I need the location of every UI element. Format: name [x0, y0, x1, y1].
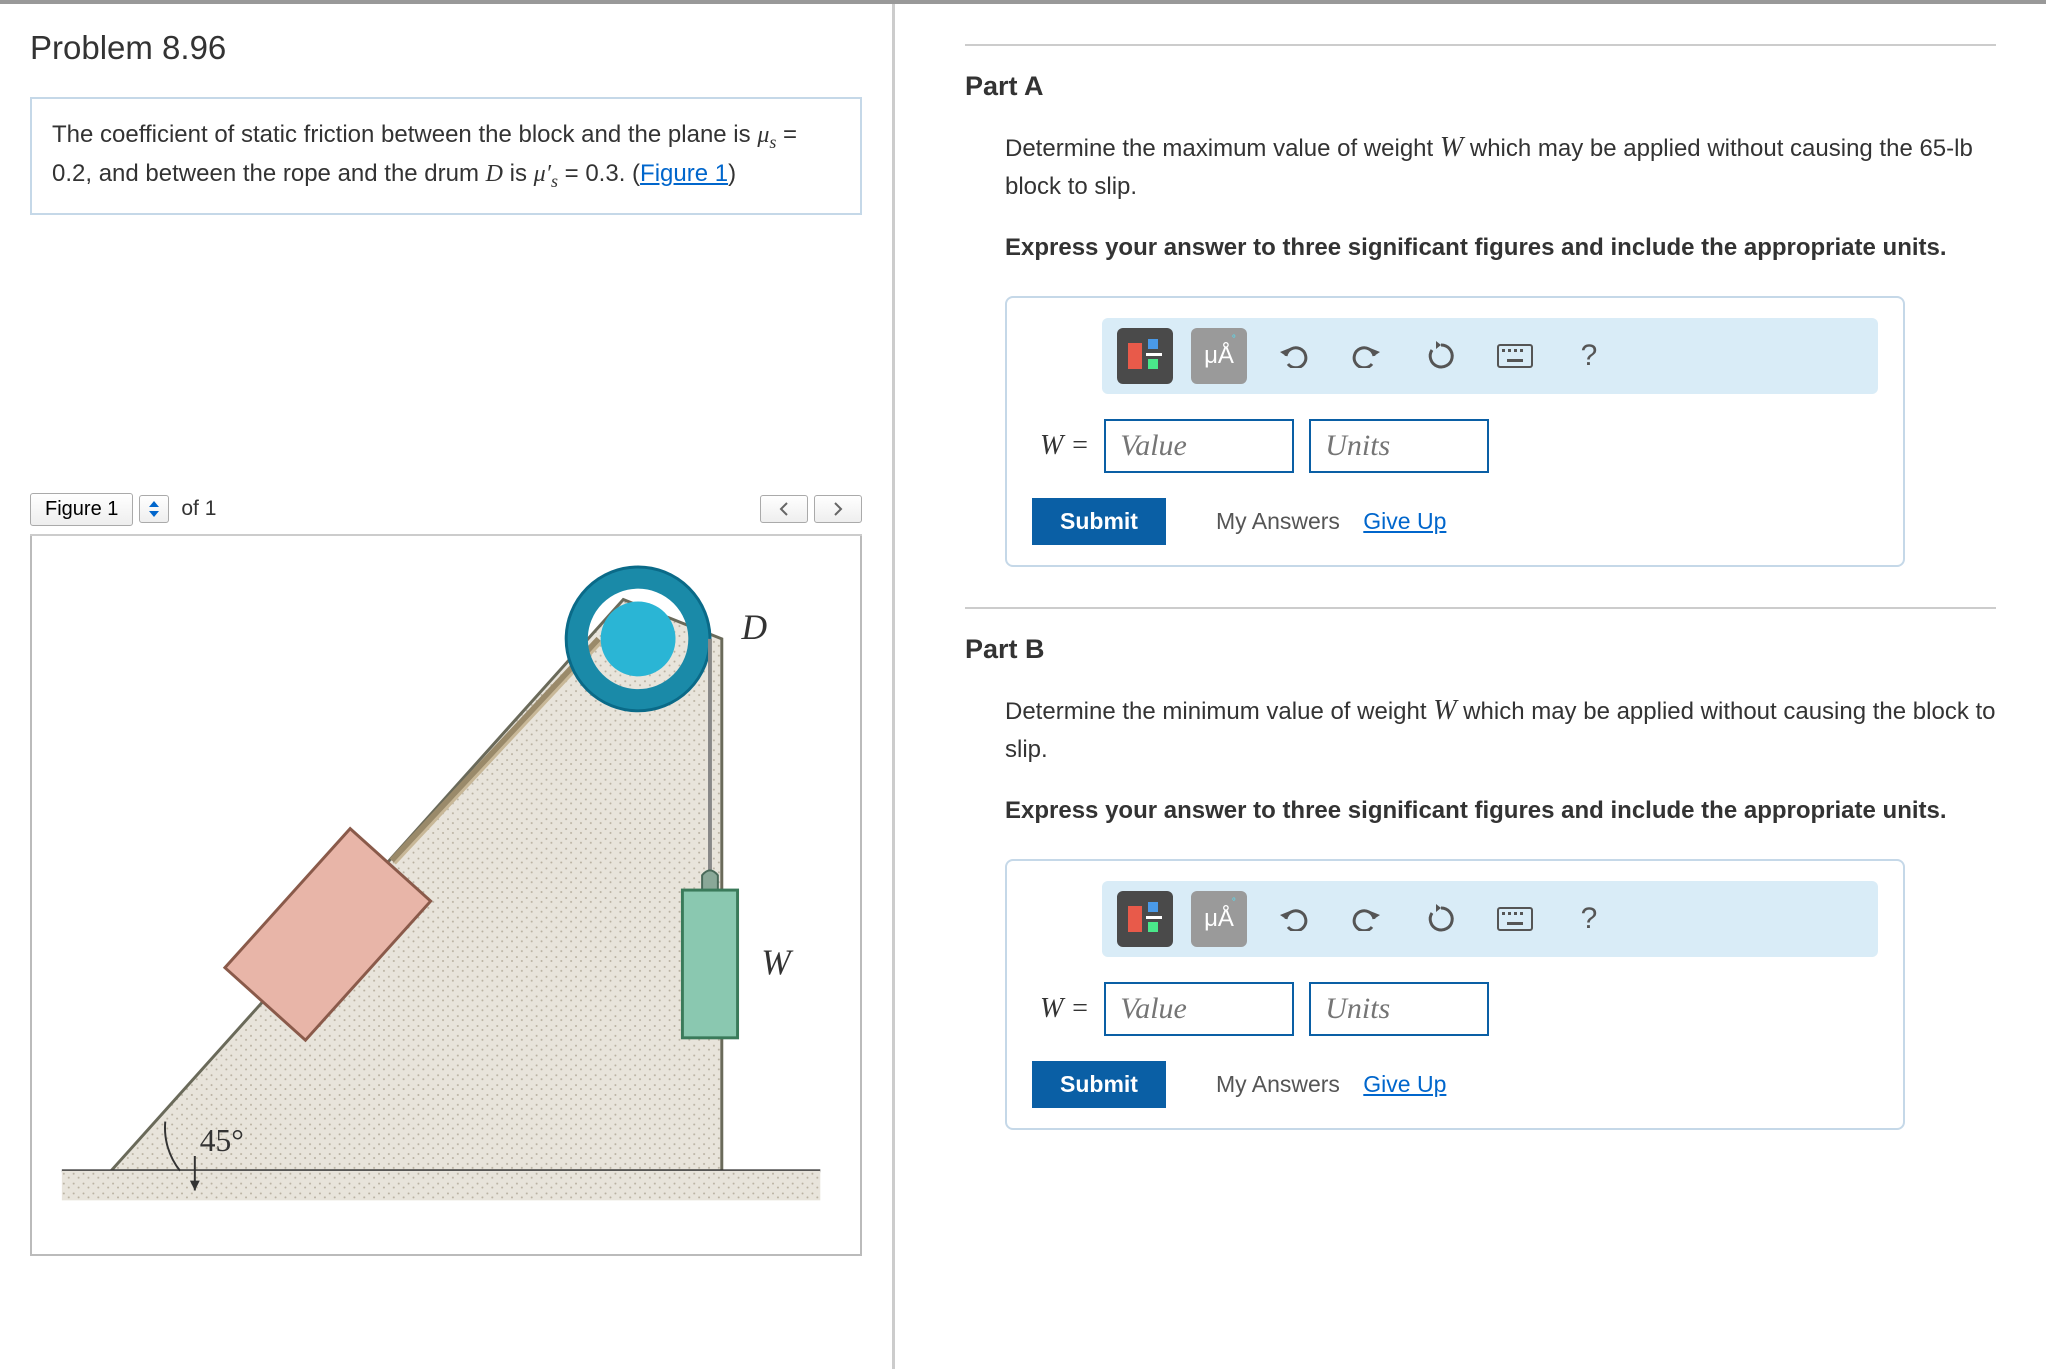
part-a-my-answers: My Answers: [1216, 508, 1340, 534]
part-b-answer-box: μÅ ° ?: [1005, 859, 1905, 1130]
problem-text: The coefficient of static friction betwe…: [52, 121, 797, 187]
keyboard-icon: [1497, 344, 1533, 368]
part-a-description: Determine the maximum value of weight W …: [965, 127, 1996, 205]
part-b-var-label: W =: [1040, 993, 1089, 1025]
template-tool-button[interactable]: [1117, 328, 1173, 384]
figure-count: of 1: [175, 497, 222, 521]
part-a-toolbar: μÅ ° ?: [1102, 318, 1878, 394]
svg-text:W: W: [761, 941, 794, 981]
figure-prev-button[interactable]: [760, 495, 808, 523]
right-panel: Part A Determine the maximum value of we…: [895, 4, 2046, 1369]
part-b-units-input[interactable]: [1309, 982, 1489, 1036]
part-b-instruction: Express your answer to three significant…: [965, 793, 1996, 829]
figure-body: 45° D W: [30, 536, 862, 1256]
part-a-var-label: W =: [1040, 430, 1089, 462]
help-button[interactable]: ?: [1561, 891, 1617, 947]
part-a-answer-row: W =: [1032, 419, 1878, 473]
figure-next-button[interactable]: [814, 495, 862, 523]
help-button[interactable]: ?: [1561, 328, 1617, 384]
part-b-answer-row: W =: [1032, 982, 1878, 1036]
keyboard-button[interactable]: [1487, 328, 1543, 384]
part-a-give-up-link[interactable]: Give Up: [1363, 508, 1446, 534]
redo-icon: [1352, 344, 1382, 368]
special-chars-button[interactable]: μÅ °: [1191, 328, 1247, 384]
figure-select-button[interactable]: Figure 1: [30, 493, 133, 526]
part-a-value-input[interactable]: [1104, 419, 1294, 473]
redo-button[interactable]: [1339, 328, 1395, 384]
main-container: Problem 8.96 The coefficient of static f…: [0, 0, 2046, 1369]
reset-icon: [1426, 341, 1456, 371]
template-icon: [1126, 337, 1164, 375]
problem-statement-box: The coefficient of static friction betwe…: [30, 97, 862, 215]
reset-button[interactable]: [1413, 328, 1469, 384]
part-a-submit-button[interactable]: Submit: [1032, 498, 1166, 545]
part-b-toolbar: μÅ ° ?: [1102, 881, 1878, 957]
chevron-right-icon: [833, 502, 843, 516]
part-a-section: Part A Determine the maximum value of we…: [965, 71, 1996, 567]
part-b-title: Part B: [965, 634, 1996, 665]
part-b-give-up-link[interactable]: Give Up: [1363, 1071, 1446, 1097]
keyboard-icon: [1497, 907, 1533, 931]
figure-spinner[interactable]: [139, 495, 169, 523]
svg-text:45°: 45°: [200, 1123, 244, 1158]
part-a-instruction: Express your answer to three significant…: [965, 230, 1996, 266]
redo-button[interactable]: [1339, 891, 1395, 947]
figure-header: Figure 1 of 1: [30, 485, 862, 536]
part-b-submit-button[interactable]: Submit: [1032, 1061, 1166, 1108]
part-a-units-input[interactable]: [1309, 419, 1489, 473]
figure-diagram: 45° D W: [52, 556, 840, 1234]
special-chars-button[interactable]: μÅ °: [1191, 891, 1247, 947]
reset-icon: [1426, 904, 1456, 934]
part-b-section: Part B Determine the minimum value of we…: [965, 634, 1996, 1130]
chevron-updown-icon: [148, 501, 160, 517]
part-a-answer-box: μÅ ° ?: [1005, 296, 1905, 567]
part-b-value-input[interactable]: [1104, 982, 1294, 1036]
part-a-submit-row: Submit My Answers Give Up: [1032, 498, 1878, 545]
reset-button[interactable]: [1413, 891, 1469, 947]
template-icon: [1126, 900, 1164, 938]
divider: [965, 44, 1996, 46]
svg-text:D: D: [741, 606, 768, 646]
divider: [965, 607, 1996, 609]
undo-button[interactable]: [1265, 328, 1321, 384]
figure-link[interactable]: Figure 1: [640, 160, 728, 187]
undo-icon: [1278, 344, 1308, 368]
part-b-description: Determine the minimum value of weight W …: [965, 690, 1996, 768]
part-a-title: Part A: [965, 71, 1996, 102]
template-tool-button[interactable]: [1117, 891, 1173, 947]
keyboard-button[interactable]: [1487, 891, 1543, 947]
chevron-left-icon: [779, 502, 789, 516]
problem-title: Problem 8.96: [30, 29, 862, 67]
left-panel: Problem 8.96 The coefficient of static f…: [0, 4, 895, 1369]
redo-icon: [1352, 907, 1382, 931]
undo-icon: [1278, 907, 1308, 931]
undo-button[interactable]: [1265, 891, 1321, 947]
part-b-submit-row: Submit My Answers Give Up: [1032, 1061, 1878, 1108]
part-b-my-answers: My Answers: [1216, 1071, 1340, 1097]
